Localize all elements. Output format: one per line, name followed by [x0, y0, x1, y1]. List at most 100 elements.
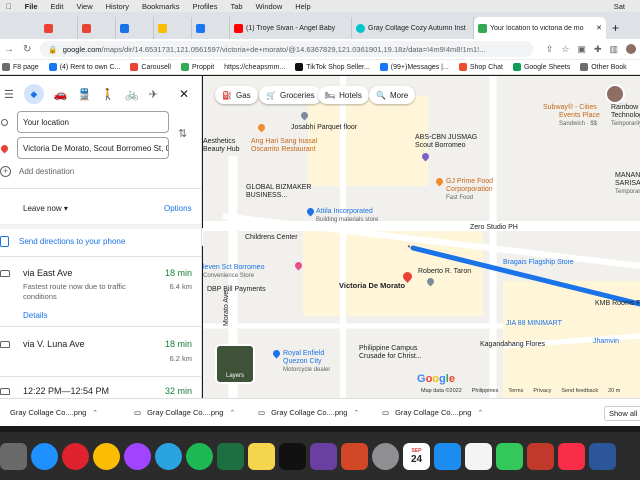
system-preferences-icon[interactable] — [372, 442, 399, 470]
word-icon[interactable] — [589, 442, 616, 470]
region-text[interactable]: Philippines — [472, 388, 499, 394]
menu-history[interactable]: History — [106, 2, 129, 11]
messenger-icon[interactable] — [124, 442, 151, 470]
share-icon[interactable]: ⇪ — [546, 44, 554, 55]
menu-profiles[interactable]: Profiles — [192, 2, 217, 11]
chevron-up-icon[interactable]: ⌃ — [92, 409, 98, 417]
place-label[interactable]: Roberto R. Taron — [418, 268, 471, 276]
extension-icon[interactable]: ▣ — [577, 44, 586, 55]
place-label[interactable]: Josabhi Parquet floor — [291, 124, 357, 132]
place-label[interactable]: Subway® - Cities — [543, 104, 597, 112]
place-label[interactable]: GJ Prime Food — [446, 178, 493, 186]
place-label[interactable]: Sandwich · $$ — [559, 120, 597, 128]
tab-youtube[interactable]: (1) Troye Sivan - Angel Baby — [230, 17, 352, 39]
download-item[interactable]: ▭ Gray Collage Co....png ⌃ — [248, 408, 372, 417]
place-label[interactable]: leven Sct Borromeo — [203, 264, 264, 272]
place-label[interactable]: Motorcycle dealer — [283, 366, 330, 374]
tab-google-maps[interactable]: Your location to victoria de mo ✕ — [474, 17, 606, 39]
menu-view[interactable]: View — [76, 2, 92, 11]
music-icon[interactable] — [558, 442, 585, 470]
leave-now-dropdown[interactable]: Leave now ▾ — [23, 204, 68, 213]
place-label[interactable]: Crusade for Christ... — [359, 353, 422, 361]
account-avatar[interactable] — [605, 84, 625, 104]
tiktok-icon[interactable] — [279, 442, 306, 470]
transit-mode-icon[interactable]: 🚆 — [78, 88, 92, 101]
bookmark-item[interactable]: (99+)Messages |... — [379, 63, 449, 71]
opera-icon[interactable] — [62, 442, 89, 470]
bookmark-item[interactable]: TikTok Shop Seller... — [295, 63, 370, 71]
app-store-icon[interactable] — [434, 442, 461, 470]
bookmark-item[interactable]: Carousell — [130, 63, 171, 71]
bookmark-item[interactable]: Shop Chat — [458, 63, 503, 71]
place-label[interactable]: Scout Borromeo — [415, 142, 466, 150]
chevron-up-icon[interactable]: ⌃ — [353, 409, 359, 417]
tab-2[interactable] — [116, 17, 154, 39]
add-destination-button[interactable]: + Add destination — [0, 166, 74, 177]
place-label[interactable]: JIA 88 MINIMART — [506, 320, 562, 328]
walk-mode-icon[interactable]: 🚶 — [101, 88, 115, 101]
safari-icon[interactable] — [31, 442, 58, 470]
place-label[interactable]: Technolog — [611, 112, 640, 120]
privacy-link[interactable]: Privacy — [533, 388, 551, 394]
origin-input[interactable]: Your location — [17, 111, 169, 133]
extensions-puzzle-icon[interactable]: ✚ — [594, 44, 602, 55]
place-label[interactable]: Quezon City — [283, 358, 322, 366]
download-item[interactable]: ▭ Gray Collage Co....png ⌃ — [124, 408, 248, 417]
place-label[interactable]: Aesthetics — [203, 138, 235, 146]
notes-icon[interactable] — [248, 442, 275, 470]
bookmark-item[interactable]: https://cheapsmm... — [224, 64, 285, 71]
menu-window[interactable]: Window — [256, 2, 283, 11]
bookmark-item[interactable]: Other Book — [580, 63, 627, 71]
pdf-icon[interactable] — [527, 442, 554, 470]
place-label[interactable]: Rainbow C — [611, 104, 640, 112]
place-label[interactable]: Zero Studio PH — [470, 224, 518, 232]
groceries-filter-chip[interactable]: 🛒 Groceries — [259, 86, 322, 104]
bookmark-star-icon[interactable]: ☆ — [561, 44, 569, 55]
lock-icon[interactable]: 🔒 — [48, 45, 57, 54]
menu-help[interactable]: Help — [295, 2, 310, 11]
calendar-icon[interactable]: SEP 24 — [403, 442, 430, 470]
telegram-icon[interactable] — [155, 442, 182, 470]
chevron-up-icon[interactable]: ⌃ — [477, 409, 483, 417]
scale-text[interactable]: 20 m — [608, 388, 620, 394]
tab-1[interactable] — [78, 17, 116, 39]
download-item[interactable]: ▭ Gray Collage Co....png ⌃ — [372, 408, 496, 417]
place-label[interactable]: Kagandahang Flores — [480, 341, 545, 349]
new-tab-button[interactable]: + — [612, 17, 619, 39]
place-label[interactable]: Beauty Hub — [203, 146, 240, 154]
route-details-link[interactable]: Details — [23, 311, 47, 320]
place-label[interactable]: Philippine Campus — [359, 345, 417, 353]
place-label[interactable]: Temporarily c — [611, 120, 640, 128]
sidebar-icon[interactable]: ▥ — [609, 44, 618, 55]
bike-mode-icon[interactable]: 🚲 — [125, 88, 139, 101]
place-label[interactable]: MANANG — [615, 172, 640, 180]
menu-bookmarks[interactable]: Bookmarks — [142, 2, 180, 11]
powerpoint-icon[interactable] — [341, 442, 368, 470]
destination-label[interactable]: Victoria De Morato — [339, 282, 405, 290]
reload-icon[interactable]: ↻ — [23, 44, 31, 55]
menu-edit[interactable]: Edit — [51, 2, 64, 11]
terms-link[interactable]: Terms — [508, 388, 523, 394]
place-label[interactable]: SARISARI — [615, 180, 640, 188]
profile-avatar[interactable] — [626, 43, 636, 54]
spotify-icon[interactable] — [186, 442, 213, 470]
place-label[interactable]: BUSINESS... — [246, 192, 287, 200]
place-label[interactable]: Royal Enfield — [283, 350, 324, 358]
place-label[interactable]: ABS-CBN JUSMAG — [415, 134, 477, 142]
place-label[interactable]: KMB Rooms For R — [595, 300, 640, 308]
close-directions-icon[interactable]: ✕ — [179, 87, 189, 101]
place-label[interactable]: DBP Bill Payments — [207, 286, 266, 294]
place-label[interactable]: Convenience Store — [203, 272, 254, 280]
place-label[interactable]: Ang Hari Sang Inasal — [251, 138, 317, 146]
place-label[interactable]: Temporarily c — [615, 188, 640, 196]
place-label[interactable]: Childrens Center — [245, 234, 298, 242]
flight-mode-icon[interactable]: ✈ — [149, 88, 158, 101]
place-label[interactable]: Jhamvin — [593, 338, 619, 346]
place-label[interactable]: Fast Food — [446, 194, 473, 202]
download-item[interactable]: Gray Collage Co....png ⌃ — [0, 408, 124, 417]
swap-icon[interactable]: ⇅ — [178, 127, 187, 140]
send-feedback-link[interactable]: Send feedback — [561, 388, 598, 394]
place-label[interactable]: Bragais Flagship Store — [503, 259, 574, 267]
tab-canva[interactable]: Gray Collage Cozy Autumn Inst — [352, 17, 474, 39]
place-label[interactable]: Oscarrito Restaurant — [251, 146, 316, 154]
